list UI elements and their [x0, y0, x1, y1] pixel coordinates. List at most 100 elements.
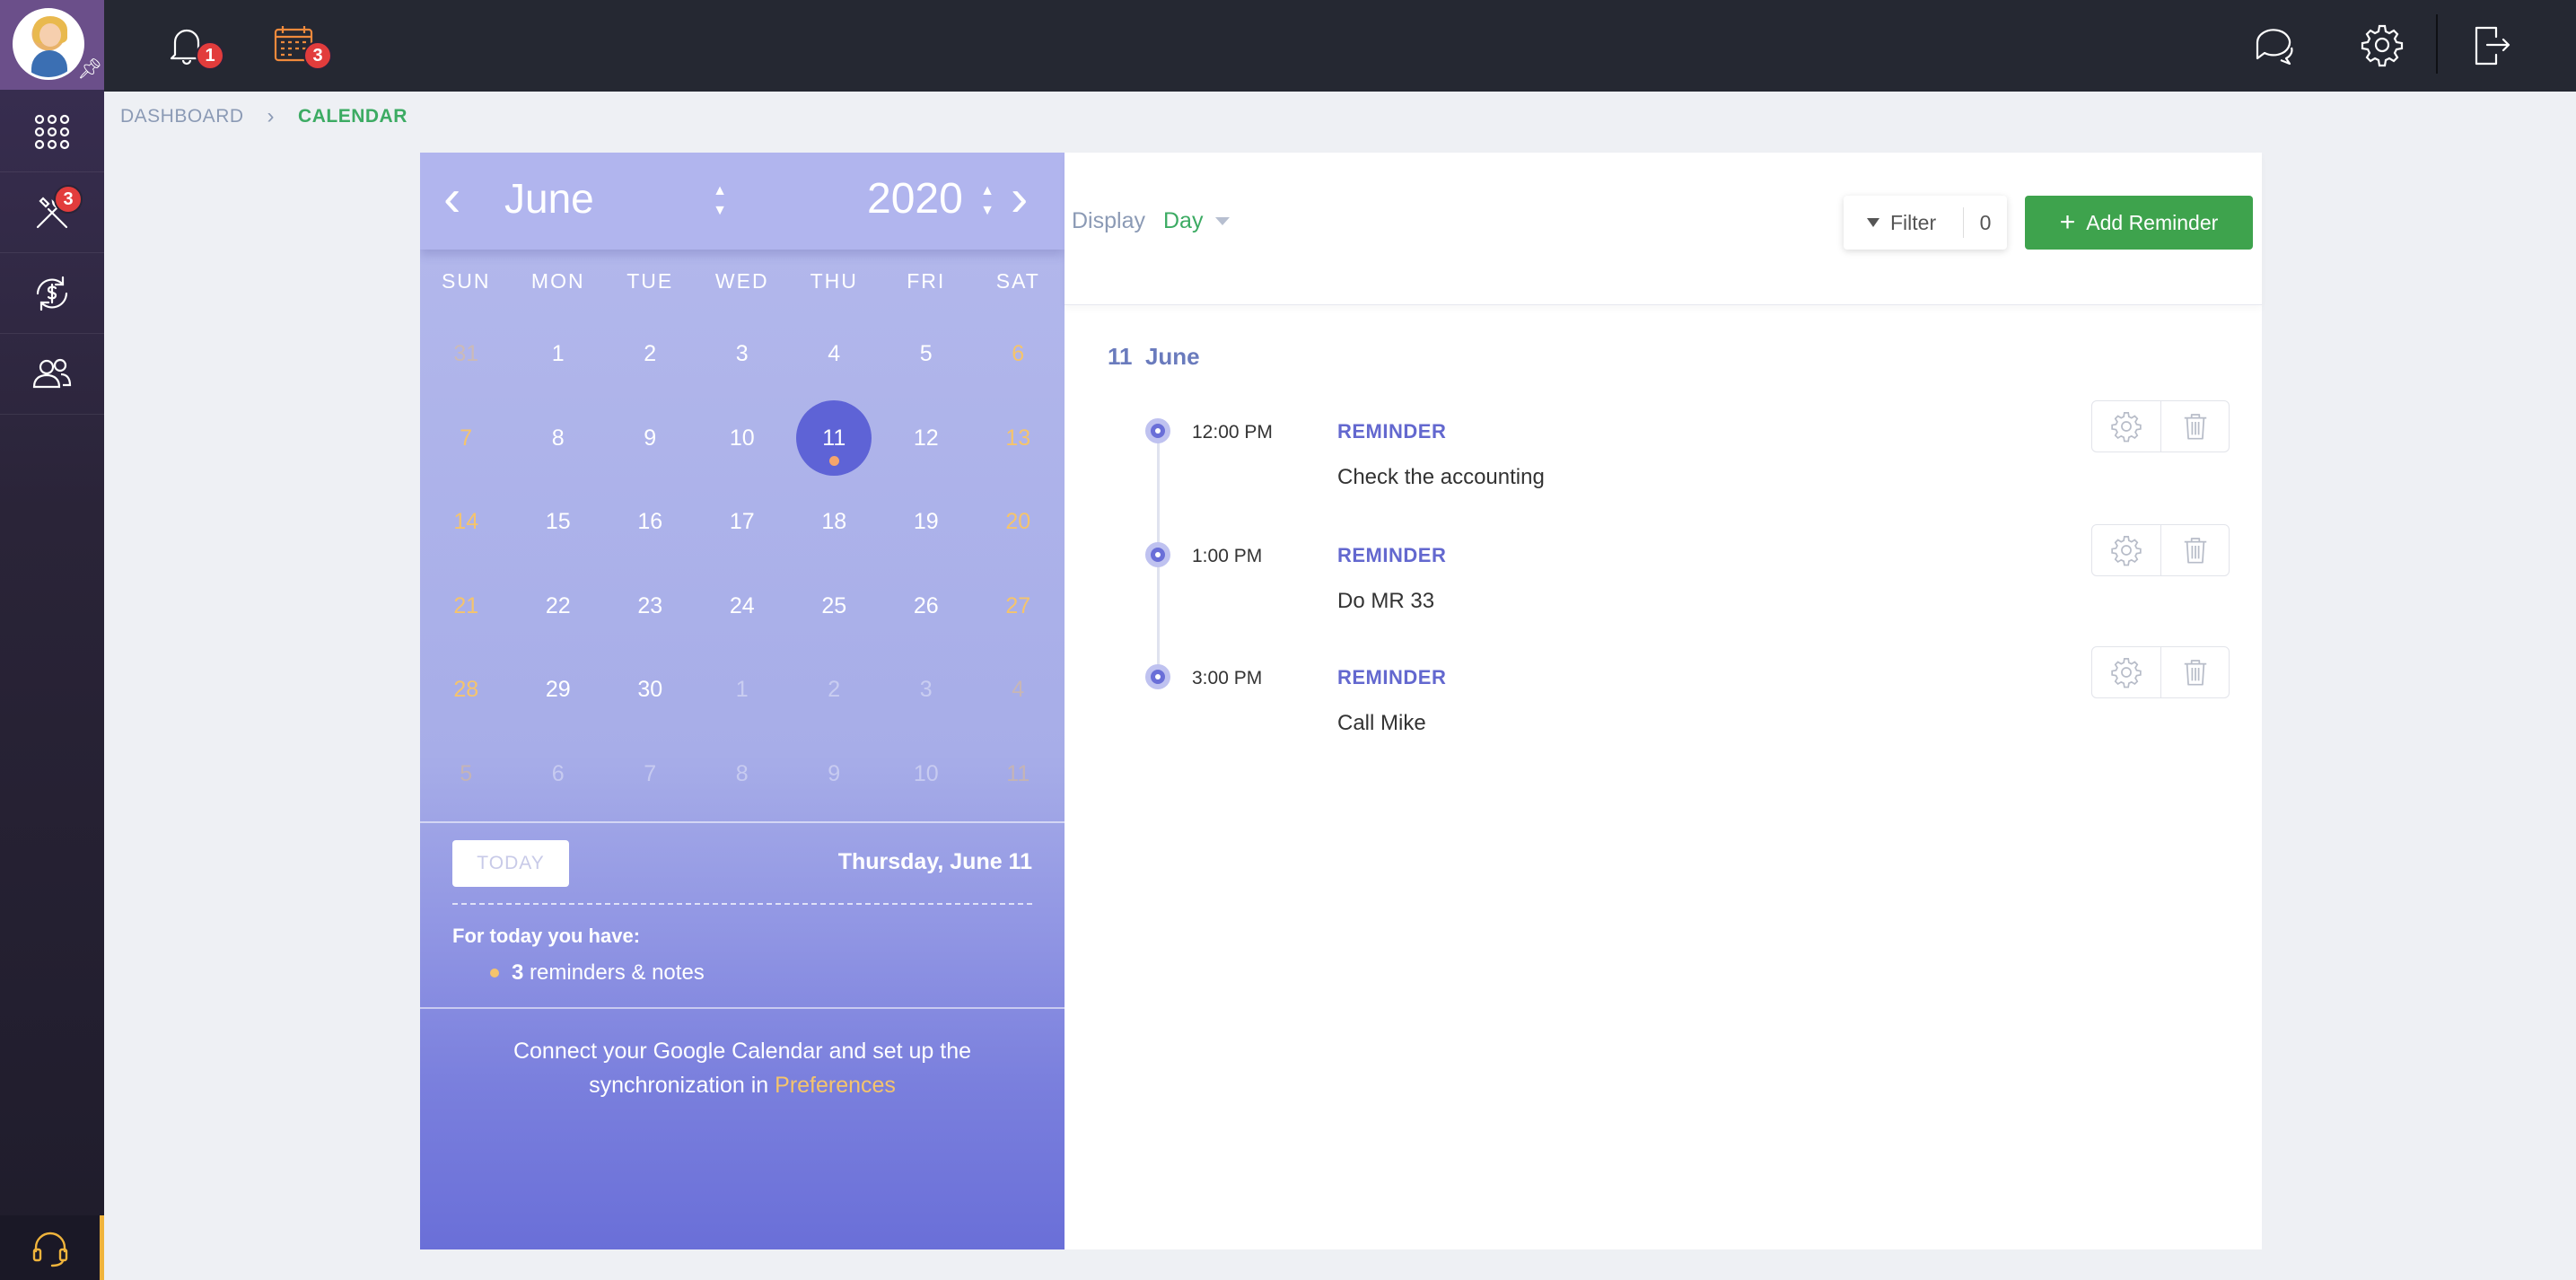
- calendar-day[interactable]: 7: [420, 397, 513, 481]
- calendar-week: 14 15 16 17 18 19 20: [420, 480, 1065, 565]
- reminder-delete-button[interactable]: [2160, 401, 2229, 452]
- filter-label-wrap: Filter: [1844, 207, 1964, 238]
- calendar-day[interactable]: 8: [513, 397, 605, 481]
- calendar-day[interactable]: 16: [604, 480, 697, 565]
- calendar-day-selected[interactable]: 11: [788, 397, 881, 481]
- calendar-day[interactable]: 22: [513, 565, 605, 649]
- avatar[interactable]: [13, 8, 84, 80]
- connect-line-2: synchronization in Preferences: [420, 1068, 1065, 1102]
- month-label[interactable]: June: [504, 174, 594, 223]
- year-spinner-down-icon[interactable]: ▼: [978, 203, 996, 219]
- reminder-settings-button[interactable]: [2092, 401, 2160, 452]
- calendar-week: 31 1 2 3 4 5 6: [420, 312, 1065, 397]
- month-spinner-up-icon[interactable]: ▲: [711, 183, 729, 199]
- preferences-link[interactable]: Preferences: [775, 1073, 896, 1098]
- timeline-dot: [1145, 542, 1170, 567]
- calendar-day[interactable]: 26: [881, 565, 973, 649]
- calendar-day[interactable]: 3: [881, 648, 973, 732]
- chevron-down-icon: [1215, 217, 1231, 225]
- month-spinner-down-icon[interactable]: ▼: [711, 203, 729, 219]
- sidebar-item-finance[interactable]: [0, 253, 104, 334]
- year-label[interactable]: 2020: [867, 174, 963, 224]
- calendar-day[interactable]: 30: [604, 648, 697, 732]
- prev-month-button[interactable]: ‹: [443, 172, 460, 224]
- calendar-day[interactable]: 11: [972, 732, 1065, 817]
- next-month-button[interactable]: ›: [1011, 172, 1028, 224]
- calendar-day[interactable]: 20: [972, 480, 1065, 565]
- reminder-actions: [2091, 524, 2230, 576]
- user-avatar-area[interactable]: 📌︎: [0, 0, 104, 90]
- breadcrumb-dashboard[interactable]: DASHBOARD: [120, 106, 244, 127]
- calendar-day[interactable]: 6: [972, 312, 1065, 397]
- calendar-day[interactable]: 9: [604, 397, 697, 481]
- reminders-toolbar: Display Day Filter 0 + Add Reminder: [1065, 153, 2262, 305]
- calendar-day[interactable]: 17: [697, 480, 789, 565]
- calendar-day[interactable]: 6: [513, 732, 605, 817]
- calendar-day[interactable]: 5: [881, 312, 973, 397]
- calendar-day[interactable]: 4: [972, 648, 1065, 732]
- calendar-day[interactable]: 14: [420, 480, 513, 565]
- today-button[interactable]: TODAY: [452, 840, 569, 887]
- calendar-day[interactable]: 19: [881, 480, 973, 565]
- sidebar-item-tools[interactable]: 3: [0, 172, 104, 253]
- calendar-week: 28 29 30 1 2 3 4: [420, 648, 1065, 732]
- weekday-label: FRI: [907, 269, 946, 293]
- calendar-day[interactable]: 10: [697, 397, 789, 481]
- logout-button[interactable]: [2465, 18, 2519, 72]
- pin-icon[interactable]: 📌︎: [77, 57, 102, 81]
- tools-badge: 3: [54, 185, 83, 214]
- calendar-day[interactable]: 1: [513, 312, 605, 397]
- reminder-text: Call Mike: [1337, 711, 1426, 735]
- notifications-button[interactable]: 1: [160, 18, 224, 72]
- add-reminder-button[interactable]: + Add Reminder: [2025, 196, 2253, 250]
- calendar-day[interactable]: 28: [420, 648, 513, 732]
- calendar-day[interactable]: 13: [972, 397, 1065, 481]
- sidebar-item-users[interactable]: [0, 334, 104, 415]
- calendar-day[interactable]: 25: [788, 565, 881, 649]
- connect-line-1: Connect your Google Calendar and set up …: [513, 1039, 972, 1064]
- reminder-delete-button[interactable]: [2160, 647, 2229, 697]
- calendar-day[interactable]: 5: [420, 732, 513, 817]
- calendar-button[interactable]: 3: [267, 18, 332, 72]
- settings-button[interactable]: [2355, 18, 2409, 72]
- calendar-day[interactable]: 12: [881, 397, 973, 481]
- calendar-day[interactable]: 2: [788, 648, 881, 732]
- calendar-day[interactable]: 15: [513, 480, 605, 565]
- calendar-day[interactable]: 24: [697, 565, 789, 649]
- reminder-settings-button[interactable]: [2092, 525, 2160, 575]
- calendar-day[interactable]: 2: [604, 312, 697, 397]
- calendar-day[interactable]: 4: [788, 312, 881, 397]
- weekday-label: SUN: [441, 269, 491, 293]
- reminder-type: REMINDER: [1337, 544, 1447, 566]
- reminder-type: REMINDER: [1337, 666, 1447, 688]
- calendar-day[interactable]: 3: [697, 312, 789, 397]
- calendar-day[interactable]: 29: [513, 648, 605, 732]
- calendar-badge: 3: [303, 41, 332, 70]
- divider: [420, 821, 1065, 823]
- calendar-day[interactable]: 18: [788, 480, 881, 565]
- reminder-count: 3: [512, 960, 524, 985]
- today-summary: 3 reminders & notes: [490, 960, 705, 986]
- calendar-day[interactable]: 10: [881, 732, 973, 817]
- calendar-day[interactable]: 9: [788, 732, 881, 817]
- calendar-day[interactable]: 23: [604, 565, 697, 649]
- support-button[interactable]: [0, 1215, 104, 1280]
- avatar-face: [39, 23, 61, 47]
- logout-icon: [2475, 26, 2510, 66]
- chat-button[interactable]: [2247, 18, 2301, 72]
- calendar-day[interactable]: 7: [604, 732, 697, 817]
- reminder-delete-button[interactable]: [2160, 525, 2229, 575]
- calendar-day[interactable]: 1: [697, 648, 789, 732]
- calendar-day[interactable]: 8: [697, 732, 789, 817]
- year-spinner-up-icon[interactable]: ▲: [978, 183, 996, 199]
- gear-icon: [2111, 658, 2142, 688]
- calendar-day[interactable]: 27: [972, 565, 1065, 649]
- display-select[interactable]: Day: [1163, 208, 1231, 234]
- reminder-settings-button[interactable]: [2092, 647, 2160, 697]
- calendar-day[interactable]: 21: [420, 565, 513, 649]
- calendar-header: ‹ June ▲ ▼ 2020 ▲ ▼ ›: [420, 153, 1065, 250]
- sidebar-item-apps[interactable]: [0, 92, 104, 172]
- calendar-day[interactable]: 31: [420, 312, 513, 397]
- filter-button[interactable]: Filter 0: [1844, 196, 2007, 250]
- today-date-label: Thursday, June 11: [837, 849, 1032, 874]
